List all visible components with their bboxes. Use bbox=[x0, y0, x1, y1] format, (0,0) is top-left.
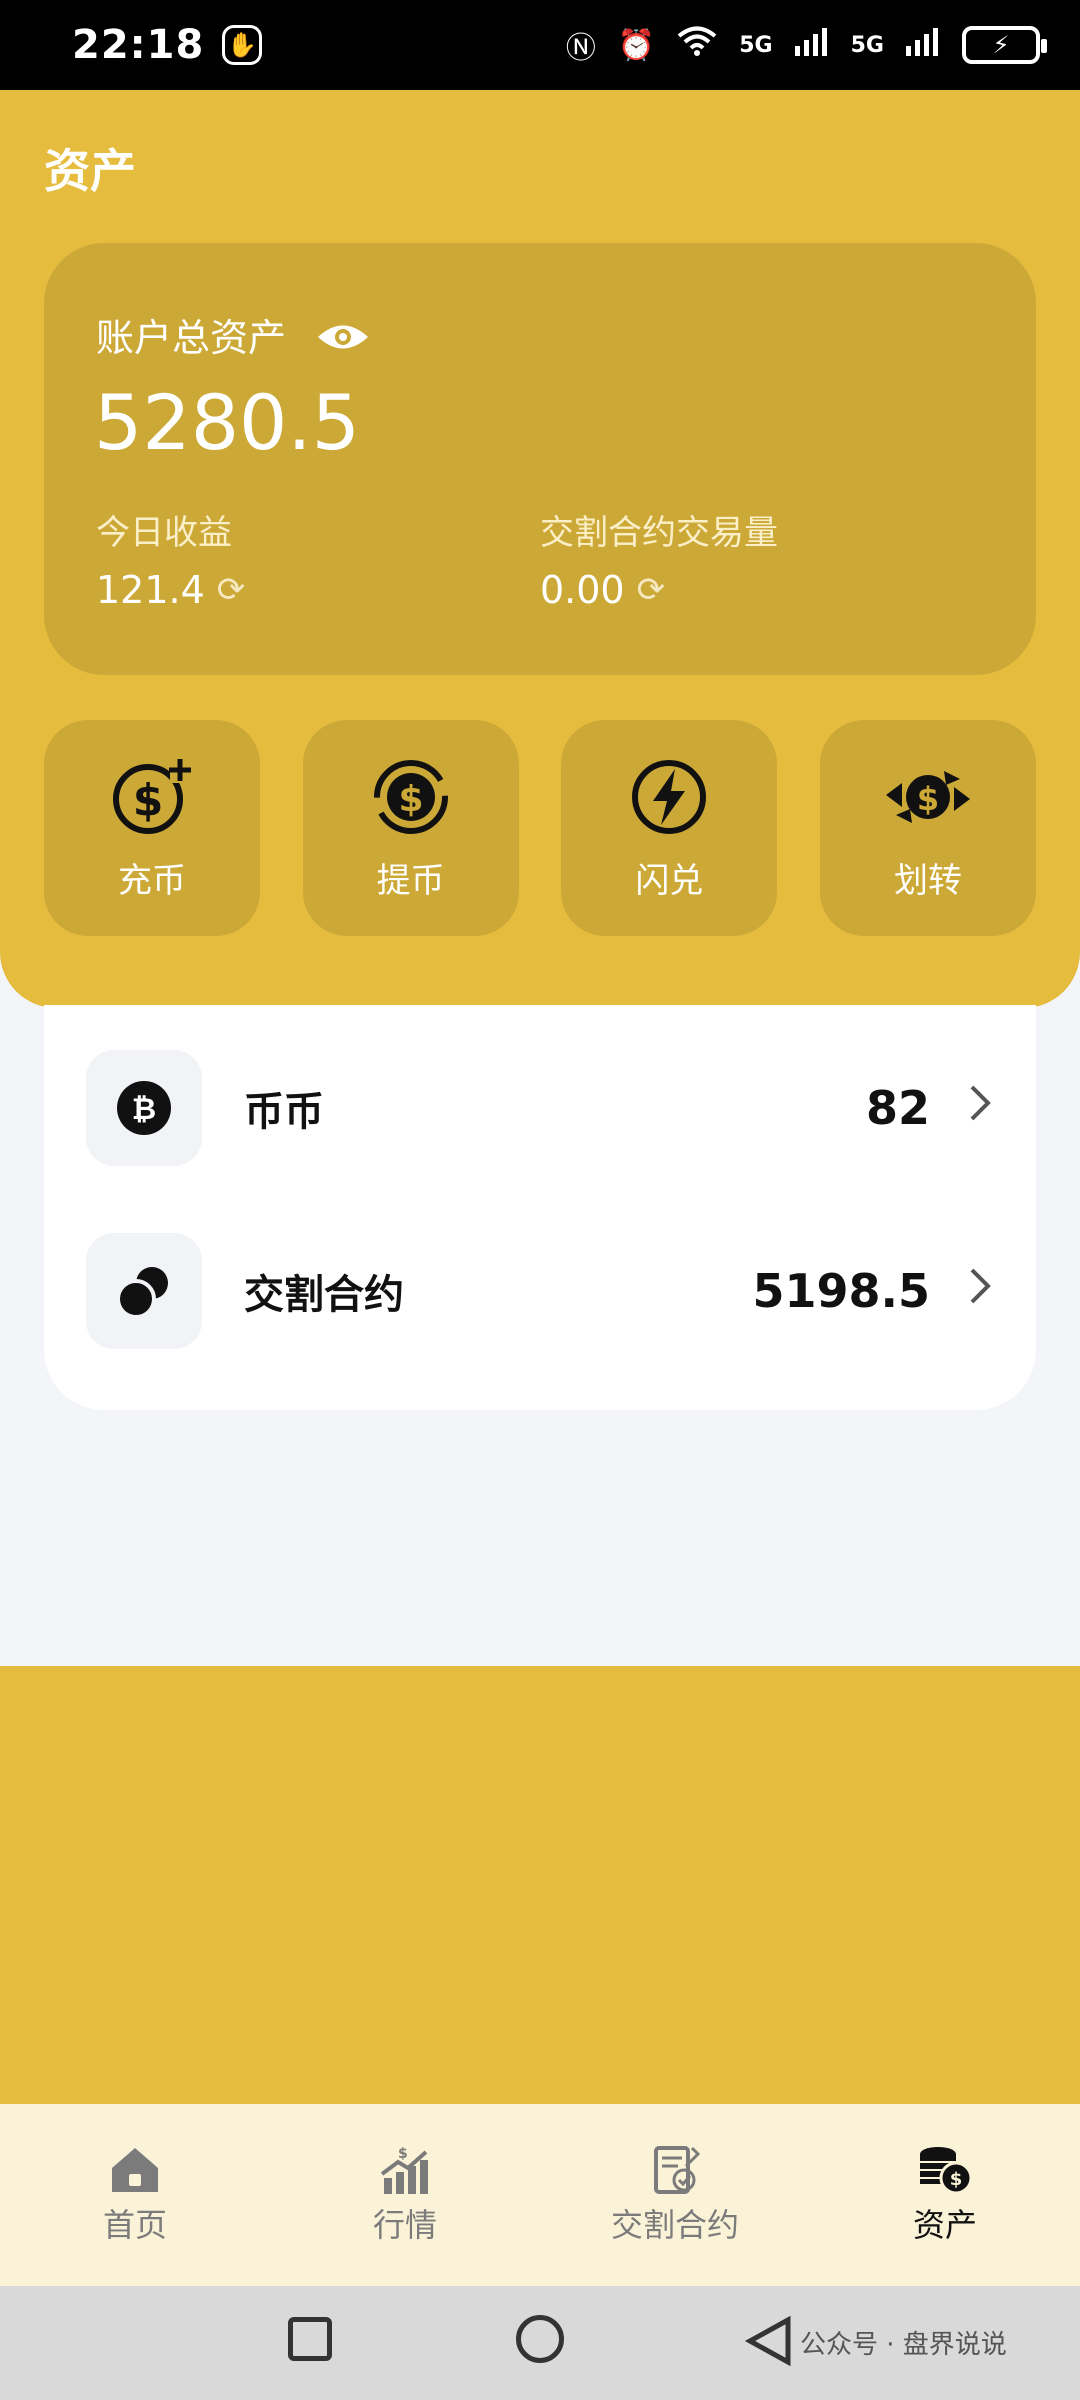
deposit-label: 充币 bbox=[118, 860, 186, 901]
tab-home-label: 首页 bbox=[102, 2206, 167, 2244]
coin-stack-icon: $ bbox=[920, 2147, 973, 2195]
contract-account-row[interactable]: 交割合约 5198.5 bbox=[44, 1231, 1036, 1351]
asset-icon-box bbox=[86, 1233, 202, 1349]
bottom-tab-bar: 首页 $ 行情 交割合约 $ 资产 bbox=[0, 2104, 1080, 2286]
spot-account-name: 币币 bbox=[244, 1089, 324, 1135]
dollar-plus-icon: $ bbox=[113, 758, 191, 834]
asset-accounts-card: ₿ 币币 82 交割合约 5198.5 bbox=[44, 1005, 1036, 1410]
today-profit-row: 121.4 ⟳ bbox=[96, 568, 245, 612]
refresh-icon[interactable]: ⟳ bbox=[637, 570, 666, 610]
transfer-label: 划转 bbox=[893, 860, 962, 901]
asset-icon-box: ₿ bbox=[86, 1050, 202, 1166]
empty-area bbox=[0, 1410, 1080, 1666]
contract-volume-label: 交割合约交易量 bbox=[540, 513, 778, 553]
today-profit-value: 121.4 bbox=[96, 568, 205, 612]
chevron-right-icon bbox=[968, 1083, 992, 1133]
contract-volume-row: 0.00 ⟳ bbox=[540, 568, 665, 612]
deposit-button[interactable]: $ 充币 bbox=[44, 720, 260, 936]
dollar-cycle-icon: $ bbox=[373, 759, 448, 834]
recent-apps-button[interactable] bbox=[288, 2317, 332, 2361]
coins-icon bbox=[116, 1267, 168, 1319]
spot-account-row[interactable]: ₿ 币币 82 bbox=[44, 1048, 1036, 1168]
svg-text:$: $ bbox=[950, 2169, 963, 2190]
signal-5g-label: 5G bbox=[739, 32, 773, 58]
tab-market-label: 行情 bbox=[372, 2206, 437, 2244]
system-navigation-bar: 公众号 · 盘界说说 bbox=[0, 2286, 1080, 2400]
contract-volume-value: 0.00 bbox=[540, 568, 625, 612]
today-profit-label: 今日收益 bbox=[96, 513, 232, 553]
market-chart-icon: $ bbox=[380, 2146, 428, 2194]
nfc-icon: Ⓝ bbox=[565, 31, 596, 66]
signal-5g-label-2: 5G bbox=[850, 32, 884, 58]
contract-account-value: 5198.5 bbox=[752, 1264, 930, 1318]
transfer-button[interactable]: $ 划转 bbox=[819, 720, 1036, 936]
battery-charging-icon: ⚡ bbox=[962, 26, 1047, 64]
page-title: 资产 bbox=[44, 144, 136, 198]
transfer-icon: $ bbox=[885, 770, 970, 823]
signal-bars-icon bbox=[794, 26, 829, 64]
spot-account-value: 82 bbox=[865, 1081, 930, 1135]
contract-account-name: 交割合约 bbox=[244, 1272, 404, 1318]
lightning-icon bbox=[632, 759, 707, 834]
svg-text:₿: ₿ bbox=[132, 1092, 156, 1127]
assets-header: 资产 账户总资产 5280.5 今日收益 121.4 ⟳ 交割合约交易量 0.0… bbox=[0, 90, 1080, 1008]
total-assets-label: 账户总资产 bbox=[96, 316, 287, 360]
status-time: 22:18 bbox=[72, 22, 205, 68]
tab-home[interactable]: 首页 bbox=[0, 2104, 270, 2286]
home-button[interactable] bbox=[516, 2315, 564, 2363]
total-assets-card: 账户总资产 5280.5 今日收益 121.4 ⟳ 交割合约交易量 0.00 ⟳ bbox=[44, 243, 1036, 675]
back-button[interactable] bbox=[744, 2314, 794, 2372]
flash-exchange-button[interactable]: 闪兑 bbox=[561, 720, 778, 936]
bottom-yellow-panel bbox=[0, 1666, 1080, 2104]
tab-assets[interactable]: $ 资产 bbox=[810, 2104, 1080, 2286]
status-bar: 22:18 ✋ Ⓝ ⏰ 5G 5G ⚡ bbox=[0, 0, 1080, 90]
wifi-icon bbox=[677, 25, 717, 65]
contract-icon bbox=[654, 2146, 701, 2194]
svg-text:$: $ bbox=[398, 779, 423, 820]
tab-contract[interactable]: 交割合约 bbox=[540, 2104, 810, 2286]
withdraw-button[interactable]: $ 提币 bbox=[302, 720, 519, 936]
eye-icon[interactable] bbox=[316, 319, 369, 351]
svg-text:$: $ bbox=[917, 780, 939, 818]
bitcoin-icon: ₿ bbox=[117, 1081, 171, 1135]
svg-text:$: $ bbox=[398, 2146, 408, 2162]
total-assets-value: 5280.5 bbox=[94, 378, 360, 467]
hand-icon: ✋ bbox=[222, 25, 263, 65]
alarm-icon: ⏰ bbox=[617, 27, 656, 63]
flash-exchange-label: 闪兑 bbox=[635, 860, 704, 901]
signal-bars-icon bbox=[906, 26, 940, 64]
chevron-right-icon bbox=[968, 1266, 992, 1316]
withdraw-label: 提币 bbox=[376, 860, 445, 901]
refresh-icon[interactable]: ⟳ bbox=[217, 570, 246, 610]
total-assets-label-row: 账户总资产 bbox=[96, 307, 369, 362]
back-triangle-icon bbox=[744, 2315, 791, 2367]
tab-market[interactable]: $ 行情 bbox=[270, 2104, 540, 2286]
quick-actions: $ 充币 $ 提币 闪兑 $ 划转 bbox=[44, 720, 1036, 936]
tab-contract-label: 交割合约 bbox=[610, 2206, 739, 2244]
home-icon bbox=[112, 2148, 158, 2192]
svg-text:$: $ bbox=[133, 775, 164, 826]
watermark-text: 公众号 · 盘界说说 bbox=[800, 2330, 1007, 2360]
status-icons: Ⓝ ⏰ 5G 5G ⚡ bbox=[565, 23, 1047, 67]
tab-assets-label: 资产 bbox=[912, 2206, 977, 2244]
